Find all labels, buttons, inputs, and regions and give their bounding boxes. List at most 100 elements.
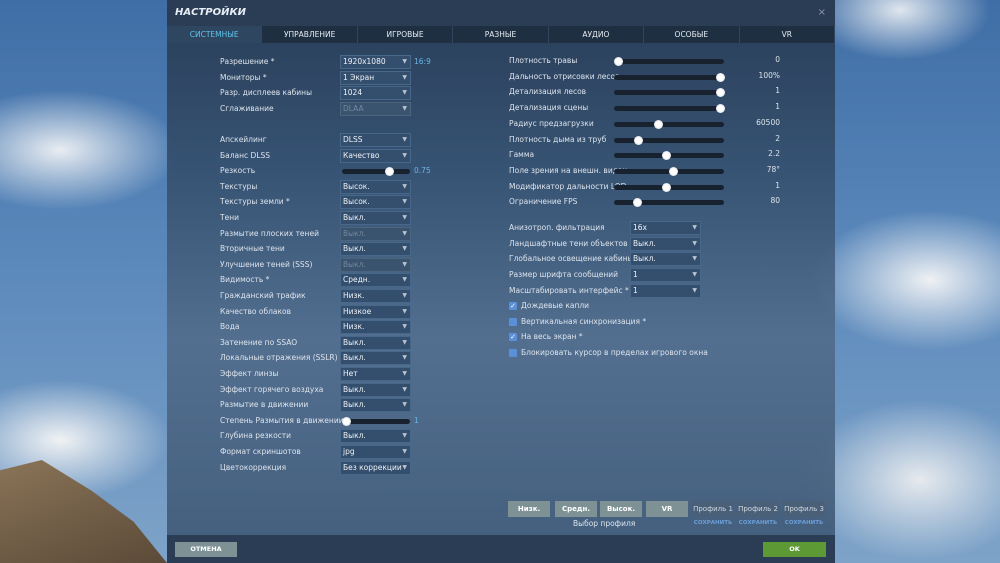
slider-value: 1 [414,415,419,425]
tab-3[interactable]: РАЗНЫЕ [453,26,549,43]
setting-select[interactable]: Нет ▼ [340,367,411,381]
slider-knob[interactable] [662,151,672,161]
tab-0[interactable]: СИСТЕМНЫЕ [167,26,263,43]
cancel-button[interactable]: ОТМЕНА [175,542,237,557]
slider-knob[interactable] [341,416,351,426]
profile-button[interactable]: Профиль 3 [783,501,825,517]
setting-select[interactable]: Выкл. ▼ [340,429,411,444]
checkbox[interactable]: ✓ [509,333,517,341]
setting-slider[interactable] [342,167,410,177]
setting-select[interactable]: Выкл. ▼ [340,242,411,257]
setting-select[interactable]: Выкл. ▼ [340,335,411,350]
setting-slider[interactable] [614,135,724,145]
setting-select[interactable]: Выкл. ▼ [630,252,701,267]
check-icon: ✓ [510,333,516,341]
setting-select[interactable]: Высок. ▼ [340,179,411,194]
tab-4[interactable]: АУДИО [549,26,645,43]
setting-select: Выкл. ▼ [340,226,411,241]
setting-select[interactable]: Средн. ▼ [340,273,411,288]
slider-knob[interactable] [654,119,664,129]
tab-5[interactable]: ОСОБЫЕ [644,26,740,43]
slider-knob[interactable] [613,57,623,66]
slider-knob[interactable] [633,135,643,145]
select-value: Высок. [343,181,370,191]
preset-button[interactable]: Высок. [600,501,642,517]
profile-button[interactable]: Профиль 2 [737,501,779,517]
setting-select[interactable]: 1 ▼ [630,268,701,283]
setting-slider[interactable] [614,88,725,98]
setting-select[interactable]: Выкл. ▼ [340,382,411,397]
setting-select[interactable]: Высок. ▼ [340,195,411,210]
setting-select[interactable]: Выкл. ▼ [340,351,411,366]
chevron-down-icon: ▼ [692,239,697,247]
tab-6[interactable]: VR [740,26,835,43]
preset-button[interactable]: Низк. [508,501,550,517]
slider-label: Поле зрения на внешн. видах [509,165,627,175]
ok-button[interactable]: OK [763,542,826,557]
checkbox-label: Вертикальная синхронизация * [521,316,647,326]
setting-select: DLAA ▼ [340,101,411,116]
setting-select[interactable]: Низкое ▼ [340,304,411,319]
close-icon[interactable]: × [818,7,826,18]
slider-knob[interactable] [632,198,642,208]
footer: ОТМЕНА OK [167,535,835,563]
setting-select[interactable]: 1024 ▼ [340,86,411,101]
slider-label: Радиус предзагрузки [509,118,594,128]
slider-knob[interactable] [384,167,394,177]
slider-value: 78° [766,164,780,174]
checkbox[interactable] [509,348,517,357]
save-profile-link[interactable]: СОХРАНИТЬ [783,520,825,526]
setting-slider[interactable] [614,104,725,114]
save-profile-link[interactable]: СОХРАНИТЬ [692,520,734,526]
setting-select[interactable]: 16x ▼ [630,221,701,235]
chevron-down-icon: ▼ [402,182,407,190]
slider-label: Детализация лесов [509,87,587,97]
setting-select[interactable]: Выкл. ▼ [340,211,411,225]
setting-slider[interactable] [614,151,724,161]
setting-select[interactable]: 1 ▼ [630,283,701,298]
setting-select[interactable]: Без коррекции ▼ [340,460,411,475]
slider-value: 2 [775,133,780,143]
setting-slider[interactable] [614,198,724,208]
chevron-down-icon: ▼ [402,276,407,284]
slider-value: 2.2 [768,149,780,159]
profile-button[interactable]: Профиль 1 [692,501,734,517]
setting-select[interactable]: jpg ▼ [340,445,411,459]
setting-label: Разр. дисплеев кабины [220,88,312,98]
chevron-down-icon: ▼ [402,245,407,253]
chevron-down-icon: ▼ [402,198,407,206]
setting-slider[interactable] [341,416,410,426]
setting-select[interactable]: Низк. ▼ [340,320,411,335]
select-value: Выкл. [343,228,366,238]
slider-knob[interactable] [668,166,678,176]
setting-select[interactable]: Выкл. ▼ [340,398,411,413]
setting-slider[interactable] [613,57,724,66]
setting-label: Формат скриншотов [220,447,301,456]
setting-select[interactable]: Выкл. ▼ [630,236,701,251]
setting-label: Размер шрифта сообщений [509,270,619,280]
slider-value: 60500 [756,117,780,127]
chevron-down-icon: ▼ [692,286,697,294]
chevron-down-icon: ▼ [402,214,407,221]
setting-select[interactable]: Качество ▼ [340,148,411,163]
setting-select[interactable]: DLSS ▼ [340,133,411,147]
chevron-down-icon: ▼ [692,224,697,231]
preset-button[interactable]: Средн. [555,501,597,517]
select-value: Высок. [343,197,370,207]
setting-select[interactable]: Низк. ▼ [340,289,411,303]
setting-slider[interactable] [614,166,724,176]
setting-select[interactable]: 1920x1080 ▼ [340,55,411,69]
slider-knob[interactable] [662,182,672,192]
setting-select[interactable]: 1 Экран ▼ [340,70,411,85]
setting-slider[interactable] [614,72,725,82]
tab-1[interactable]: УПРАВЛЕНИЕ [262,26,358,43]
checkbox[interactable] [509,317,517,326]
slider-value: 80 [770,196,780,206]
setting-slider[interactable] [614,119,724,129]
setting-label: Текстуры земли * [220,197,290,207]
preset-button[interactable]: VR [646,501,688,517]
tab-2[interactable]: ИГРОВЫЕ [358,26,454,43]
save-profile-link[interactable]: СОХРАНИТЬ [737,520,779,526]
checkbox[interactable]: ✓ [509,302,517,310]
setting-slider[interactable] [614,182,724,192]
